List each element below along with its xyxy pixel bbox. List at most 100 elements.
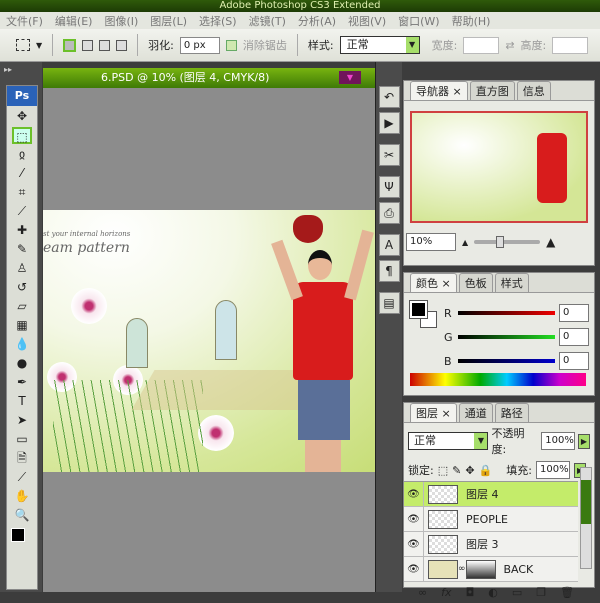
eye-icon[interactable]: 👁: [404, 531, 424, 557]
menu-layer[interactable]: 图层(L): [150, 13, 187, 29]
opacity-arrow-icon[interactable]: ▶: [577, 433, 590, 449]
color-ramp[interactable]: [410, 373, 586, 386]
layer-row[interactable]: 👁 PEOPLE: [404, 506, 578, 532]
crop-tool-icon[interactable]: ⌗: [12, 184, 32, 201]
lock-transparency-icon[interactable]: ⬚: [438, 464, 448, 477]
g-slider[interactable]: [458, 335, 555, 339]
menu-edit[interactable]: 编辑(E): [55, 13, 93, 29]
eyedropper-icon[interactable]: ⟋: [12, 469, 32, 486]
document-title-bar[interactable]: 6.PSD @ 10% (图层 4, CMYK/8) ▼: [43, 68, 375, 88]
zoom-out-icon[interactable]: ▲: [462, 238, 468, 247]
subtract-selection-icon[interactable]: [99, 39, 111, 51]
layers-scrollbar[interactable]: [580, 467, 592, 569]
fill-input[interactable]: 100%: [535, 461, 570, 479]
eye-icon[interactable]: 👁: [404, 481, 424, 507]
marquee-preset-icon[interactable]: [16, 39, 30, 51]
b-input[interactable]: 0: [559, 352, 589, 370]
document-canvas[interactable]: st your internal horizons eam pattern: [43, 210, 398, 472]
slice-tool-icon[interactable]: ⟋: [12, 203, 32, 220]
lock-pixels-icon[interactable]: ✎: [452, 464, 461, 477]
menu-analysis[interactable]: 分析(A): [298, 13, 336, 29]
opacity-input[interactable]: 100%: [541, 432, 575, 450]
style-select[interactable]: 正常 ▼: [339, 36, 420, 54]
pen-tool-icon[interactable]: ✒: [12, 374, 32, 391]
antialias-checkbox[interactable]: [225, 39, 237, 51]
width-input[interactable]: [463, 36, 500, 54]
tool-presets-icon[interactable]: ✂: [378, 144, 400, 166]
tab-swatches[interactable]: 色板: [458, 273, 493, 292]
feather-input[interactable]: 0 px: [179, 36, 220, 54]
marquee-tool-icon[interactable]: ⬚: [12, 127, 32, 144]
delete-layer-icon[interactable]: 🗑: [560, 586, 574, 599]
adjustment-layer-icon[interactable]: ◐: [488, 586, 498, 599]
minimize-button[interactable]: ▼: [339, 71, 361, 84]
fx-icon[interactable]: fx: [441, 586, 451, 599]
history-brush-icon[interactable]: ↺: [12, 279, 32, 296]
layer-row[interactable]: 👁 图层 4: [404, 481, 578, 507]
tab-color[interactable]: 颜色 ×: [410, 273, 457, 292]
lock-all-icon[interactable]: 🔒: [479, 464, 493, 477]
zoom-input[interactable]: 10%: [406, 233, 456, 251]
lock-position-icon[interactable]: ✥: [465, 464, 474, 477]
tab-info[interactable]: 信息: [516, 81, 551, 100]
tab-navigator[interactable]: 导航器 ×: [410, 81, 468, 100]
tab-layers[interactable]: 图层 ×: [410, 403, 457, 422]
menu-filter[interactable]: 滤镜(T): [249, 13, 286, 29]
b-slider[interactable]: [458, 359, 555, 363]
tab-channels[interactable]: 通道: [458, 403, 493, 422]
magic-wand-icon[interactable]: ⁄: [12, 165, 32, 182]
slider-thumb[interactable]: [496, 236, 505, 248]
character-icon[interactable]: A: [378, 234, 400, 256]
swap-icon[interactable]: ⇄: [505, 39, 514, 52]
eye-icon[interactable]: 👁: [404, 506, 424, 532]
zoom-tool-icon[interactable]: 🔍: [12, 507, 32, 524]
chevron-down-icon[interactable]: ▼: [36, 41, 42, 50]
tab-paths[interactable]: 路径: [494, 403, 529, 422]
menu-image[interactable]: 图像(I): [104, 13, 138, 29]
blur-tool-icon[interactable]: 💧: [12, 336, 32, 353]
menu-window[interactable]: 窗口(W): [398, 13, 439, 29]
eraser-icon[interactable]: ▱: [12, 298, 32, 315]
navigator-preview[interactable]: [410, 111, 588, 223]
layer-row[interactable]: 👁 图层 3: [404, 531, 578, 557]
history-icon[interactable]: ↶: [378, 86, 400, 108]
menu-file[interactable]: 文件(F): [6, 13, 43, 29]
brush-tool-icon[interactable]: ✎: [12, 241, 32, 258]
link-layers-icon[interactable]: ∞: [418, 586, 427, 599]
move-tool-icon[interactable]: ✥: [12, 108, 32, 125]
menu-help[interactable]: 帮助(H): [452, 13, 491, 29]
g-input[interactable]: 0: [559, 328, 589, 346]
zoom-in-icon[interactable]: ▲: [546, 235, 555, 249]
r-slider[interactable]: [458, 311, 555, 315]
gradient-icon[interactable]: ▦: [12, 317, 32, 334]
eye-icon[interactable]: 👁: [404, 556, 424, 582]
blend-mode-select[interactable]: 正常 ▼: [408, 432, 489, 450]
paragraph-icon[interactable]: ¶: [378, 260, 400, 282]
healing-brush-icon[interactable]: ✚: [12, 222, 32, 239]
hand-tool-icon[interactable]: ✋: [12, 488, 32, 505]
zoom-slider[interactable]: [474, 236, 541, 248]
add-selection-icon[interactable]: [82, 39, 94, 51]
type-tool-icon[interactable]: T: [12, 393, 32, 410]
path-select-icon[interactable]: ➤: [12, 412, 32, 429]
brushes-icon[interactable]: Ψ: [378, 176, 400, 198]
dodge-tool-icon[interactable]: ●: [12, 355, 32, 372]
menu-view[interactable]: 视图(V): [348, 13, 386, 29]
expand-icon[interactable]: ▸▸: [4, 65, 12, 74]
foreground-color-swatch[interactable]: [11, 528, 25, 542]
layer-comps-icon[interactable]: ▤: [378, 292, 400, 314]
new-layer-icon[interactable]: ❐: [536, 586, 546, 599]
add-mask-icon[interactable]: ◘: [466, 586, 475, 599]
notes-tool-icon[interactable]: 🗎: [12, 450, 32, 467]
menu-select[interactable]: 选择(S): [199, 13, 237, 29]
clone-stamp-icon[interactable]: ♙: [12, 260, 32, 277]
shape-tool-icon[interactable]: ▭: [12, 431, 32, 448]
height-input[interactable]: [552, 36, 589, 54]
lasso-tool-icon[interactable]: ჲ: [12, 146, 32, 163]
tab-styles[interactable]: 样式: [494, 273, 529, 292]
layer-row[interactable]: 👁 ∞ BACK: [404, 556, 578, 582]
new-group-icon[interactable]: ▭: [512, 586, 522, 599]
actions-icon[interactable]: ▶: [378, 112, 400, 134]
foreground-swatch[interactable]: [409, 300, 428, 319]
clone-source-icon[interactable]: ⎙: [378, 202, 400, 224]
